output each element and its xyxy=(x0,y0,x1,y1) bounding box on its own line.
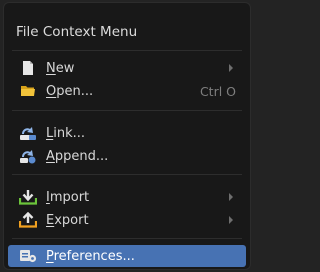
menu-item-import[interactable]: Import xyxy=(8,186,246,208)
file-context-menu: File Context Menu New Open... Ctrl O Lin… xyxy=(4,3,250,269)
shortcut-label: Ctrl O xyxy=(199,83,236,99)
menu-item-new[interactable]: New xyxy=(8,57,246,79)
menu-item-preferences[interactable]: Preferences... xyxy=(8,245,246,267)
separator xyxy=(12,238,242,239)
import-icon xyxy=(19,188,37,206)
submenu-arrow-icon xyxy=(226,216,236,224)
export-icon xyxy=(19,211,37,229)
folder-open-icon xyxy=(19,82,37,100)
submenu-arrow-icon xyxy=(226,193,236,201)
menu-item-label: Export xyxy=(46,212,89,228)
menu-item-label: Link... xyxy=(46,125,86,141)
separator xyxy=(12,174,242,175)
submenu-arrow-icon xyxy=(226,64,236,72)
preferences-icon xyxy=(19,247,37,265)
menu-item-append[interactable]: Append... xyxy=(8,145,246,167)
menu-item-link[interactable]: Link... xyxy=(8,122,246,144)
menu-item-label: Preferences... xyxy=(46,248,135,264)
file-new-icon xyxy=(19,59,37,77)
menu-item-label: New xyxy=(46,60,75,76)
link-blend-icon xyxy=(19,124,37,142)
menu-title: File Context Menu xyxy=(16,24,138,40)
append-blend-icon xyxy=(19,147,37,165)
separator xyxy=(12,110,242,111)
menu-item-open[interactable]: Open... Ctrl O xyxy=(8,80,246,102)
menu-item-label: Append... xyxy=(46,148,109,164)
menu-item-export[interactable]: Export xyxy=(8,209,246,231)
separator xyxy=(12,50,242,51)
menu-item-label: Open... xyxy=(46,83,94,99)
menu-item-label: Import xyxy=(46,189,90,205)
page: File Context Menu New Open... Ctrl O Lin… xyxy=(0,0,256,272)
